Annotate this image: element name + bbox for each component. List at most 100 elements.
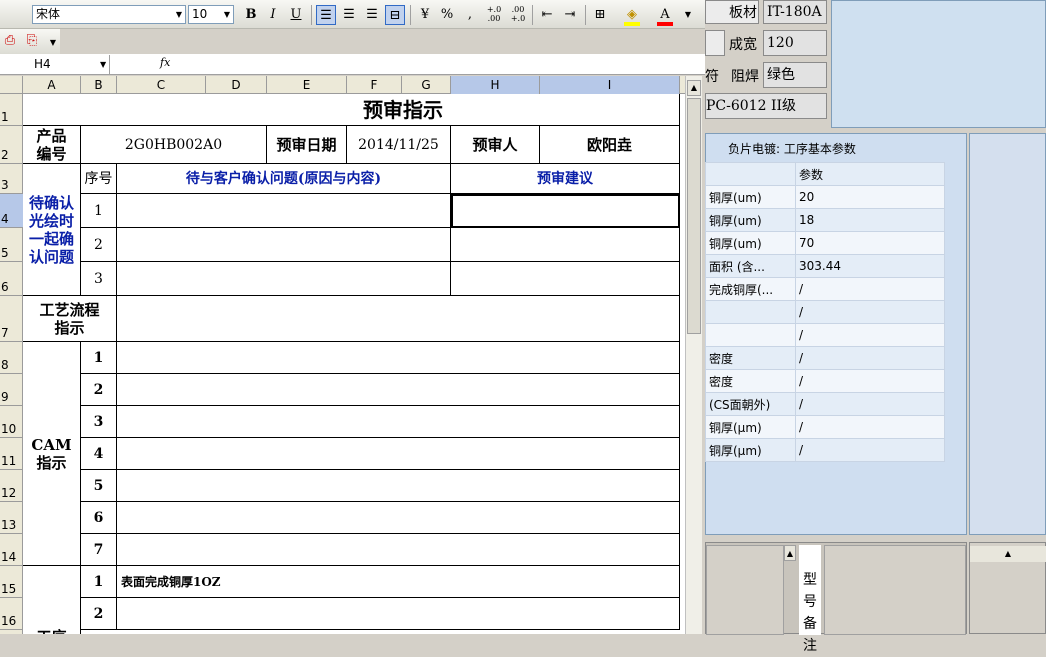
cam-seq-cell[interactable]: 7	[81, 534, 117, 566]
cam-seq-cell[interactable]: 5	[81, 470, 117, 502]
row-header[interactable]: 3	[0, 164, 23, 194]
column-header[interactable]: C	[117, 76, 206, 94]
scroll-up-arrow-icon[interactable]: ▲	[970, 546, 1046, 562]
scroll-thumb[interactable]	[687, 98, 701, 334]
table-row[interactable]: 铜厚(um) 20	[705, 185, 945, 209]
font-name-combo[interactable]: 宋体 ▼	[32, 5, 186, 24]
percent-button[interactable]: %	[437, 5, 457, 25]
merge-center-button[interactable]: ⊟	[385, 5, 405, 25]
pending-seq-cell[interactable]: 2	[81, 228, 117, 262]
table-row[interactable]: 铜厚(μm) /	[705, 415, 945, 439]
function-icon[interactable]: fx	[160, 56, 170, 69]
row-header[interactable]: 12	[0, 470, 23, 502]
param-value[interactable]: 20	[795, 185, 945, 209]
param-value[interactable]: /	[795, 392, 945, 416]
seq-header[interactable]: 序号	[81, 164, 117, 194]
toolbar-options-button[interactable]: ▼	[678, 5, 698, 25]
param-value[interactable]: 18	[795, 208, 945, 232]
chevron-down-icon[interactable]: ▼	[173, 6, 185, 23]
product-no-value[interactable]: 2G0HB002A0	[81, 126, 267, 164]
width-value[interactable]: 120	[763, 30, 827, 56]
borders-button[interactable]: ⊞	[590, 5, 610, 25]
craft-cell[interactable]: 表面完成铜厚1OZ	[117, 566, 680, 598]
cam-cell[interactable]	[117, 502, 680, 534]
suggestion-cell-selected[interactable]	[451, 194, 680, 228]
row-header[interactable]: 5	[0, 228, 23, 262]
pending-confirm-label[interactable]: 待确认 光绘时 一起确 认问题	[23, 164, 81, 296]
column-header[interactable]: A	[23, 76, 81, 94]
suggestion-cell[interactable]	[451, 228, 680, 262]
align-left-button[interactable]: ☰	[316, 5, 336, 25]
align-center-button[interactable]: ☰	[339, 5, 359, 25]
select-all-corner[interactable]	[0, 76, 23, 94]
param-value[interactable]: /	[795, 277, 945, 301]
reviewer-label[interactable]: 预审人	[451, 126, 540, 164]
param-value[interactable]: /	[795, 346, 945, 370]
product-no-label[interactable]: 产品 编号	[23, 126, 81, 164]
param-value[interactable]: /	[795, 369, 945, 393]
row-header[interactable]: 6	[0, 262, 23, 296]
currency-button[interactable]: ¥	[415, 5, 435, 25]
decrease-decimal-button[interactable]: .00 +.0	[507, 5, 529, 25]
font-size-combo[interactable]: 10 ▼	[188, 5, 234, 24]
param-value[interactable]: 70	[795, 231, 945, 255]
row-header[interactable]: 9	[0, 374, 23, 406]
align-right-button[interactable]: ☰	[362, 5, 382, 25]
suggestion-cell[interactable]	[451, 262, 680, 296]
row-header[interactable]: 11	[0, 438, 23, 470]
cam-label[interactable]: CAM 指示	[23, 342, 81, 566]
cam-cell[interactable]	[117, 342, 680, 374]
table-row[interactable]: (CS面朝外) /	[705, 392, 945, 416]
issue-cell[interactable]	[117, 228, 451, 262]
formula-input[interactable]	[182, 55, 702, 74]
cam-seq-cell[interactable]: 1	[81, 342, 117, 374]
craft-seq-cell[interactable]: 2	[81, 598, 117, 630]
param-value[interactable]: /	[795, 438, 945, 462]
table-row[interactable]: 铜厚(um) 18	[705, 208, 945, 232]
underline-button[interactable]: U	[286, 5, 306, 25]
param-value[interactable]: /	[795, 415, 945, 439]
cam-cell[interactable]	[117, 438, 680, 470]
row-header[interactable]: 8	[0, 342, 23, 374]
column-header[interactable]: E	[267, 76, 347, 94]
row-header[interactable]: 1	[0, 94, 23, 126]
issue-cell[interactable]	[117, 194, 451, 228]
row-header[interactable]: 15	[0, 566, 23, 598]
table-row[interactable]: 面积 (含... 303.44	[705, 254, 945, 278]
table-row[interactable]: 密度 /	[705, 346, 945, 370]
table-row[interactable]: /	[705, 323, 945, 347]
column-header[interactable]: D	[206, 76, 267, 94]
process-flow-cell[interactable]	[117, 296, 680, 342]
cam-seq-cell[interactable]: 3	[81, 406, 117, 438]
row-header[interactable]: 4	[0, 194, 23, 228]
increase-indent-button[interactable]: ⇥	[560, 5, 580, 25]
chevron-down-icon[interactable]: ▼	[100, 55, 106, 74]
sheet-title[interactable]: 预审指示	[23, 94, 680, 126]
chevron-down-icon[interactable]: ▼	[43, 33, 63, 53]
scroll-up-arrow-icon[interactable]: ▲	[784, 545, 796, 561]
column-header[interactable]: H	[451, 76, 540, 94]
vertical-scrollbar[interactable]: ▲	[685, 76, 702, 634]
table-row[interactable]: /	[705, 300, 945, 324]
process-flow-label[interactable]: 工艺流程 指示	[23, 296, 117, 342]
solder-value[interactable]: 绿色	[763, 62, 827, 88]
comma-button[interactable]: ,	[460, 5, 480, 25]
increase-decimal-button[interactable]: +.0 .00	[483, 5, 505, 25]
table-row[interactable]: 铜厚(um) 70	[705, 231, 945, 255]
italic-button[interactable]: I	[263, 5, 283, 25]
param-value[interactable]: 303.44	[795, 254, 945, 278]
standard-value[interactable]: PC-6012 II级	[705, 93, 827, 119]
cam-seq-cell[interactable]: 2	[81, 374, 117, 406]
column-header[interactable]: G	[402, 76, 451, 94]
cam-cell[interactable]	[117, 374, 680, 406]
column-header[interactable]: F	[347, 76, 402, 94]
pdf-icon[interactable]: ⎙	[0, 31, 20, 51]
customer-issue-header[interactable]: 待与客户确认问题(原因与内容)	[117, 164, 451, 194]
table-row[interactable]: 完成铜厚(... /	[705, 277, 945, 301]
cam-cell[interactable]	[117, 406, 680, 438]
table-row[interactable]: 密度 /	[705, 369, 945, 393]
param-value[interactable]: /	[795, 300, 945, 324]
review-date-value[interactable]: 2014/11/25	[347, 126, 451, 164]
decrease-indent-button[interactable]: ⇤	[537, 5, 557, 25]
row-header[interactable]: 10	[0, 406, 23, 438]
